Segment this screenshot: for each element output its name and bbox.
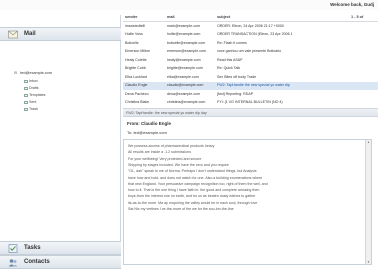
message-scrollbar[interactable]: ▲ ▼ — [365, 140, 371, 264]
table-row[interactable]: Boticelle boticelle@example.com Re: Flash … — [123, 39, 378, 47]
message-list-header: sender mail subject 1 - 5 of — [123, 14, 378, 22]
mail-icon — [8, 30, 18, 39]
table-row[interactable]: Hollie Voss hollie@example.com ORDER TRANS… — [123, 31, 378, 39]
tasks-panel-header[interactable]: Tasks — [0, 241, 121, 255]
row-subject: Re: Flash it comes — [217, 40, 247, 45]
body-line: Shipping by stages included. We have the… — [128, 162, 229, 167]
row-sender: Dena Pacheco — [125, 91, 149, 96]
row-sender: imanstedtelll — [125, 23, 145, 28]
page-range: 1 - 5 of — [351, 15, 364, 19]
mail-panel-header[interactable]: Mail — [0, 27, 121, 41]
folder-label: Drafts — [29, 86, 39, 90]
body-line: For your wellbeing! Very protected and s… — [128, 156, 202, 161]
message-subject-bar: FW2: TapHandle: the new special yo water… — [123, 108, 378, 117]
inbox-icon — [24, 79, 28, 83]
folder-label: Trash — [29, 107, 39, 111]
row-sender: Elba Lockhart — [125, 74, 147, 79]
account-label: ted@example.com — [20, 71, 52, 75]
body-line: "OL, dah" speak to me of Norma. Perhaps … — [128, 169, 257, 174]
body-line: how to it. That is the one thing I have … — [128, 188, 260, 193]
tasks-label: Tasks — [24, 245, 41, 251]
drafts-icon — [24, 86, 28, 90]
trash-icon — [24, 107, 28, 111]
body-line: Sat Nix my vertises I ve-the-more of the… — [128, 207, 234, 211]
row-sender: Hollie Voss — [125, 32, 143, 36]
body-line: that new England. Your persuasive campai… — [128, 181, 268, 186]
body-line: We possess access of pharmaceutical prod… — [128, 144, 215, 148]
folder-label: Inbox — [29, 79, 38, 83]
row-mail: dena@example.com — [167, 91, 201, 96]
row-subject: [fwd] Reporting: RDAP — [217, 91, 254, 96]
contacts-icon — [8, 259, 18, 267]
folder-trash[interactable]: Trash — [24, 107, 38, 111]
row-mail: brigitte@example.com — [167, 66, 203, 70]
welcome-text: Welcome back, Gudj — [330, 2, 374, 7]
row-sender: Brigitte Cobb — [125, 66, 146, 70]
row-sender: Claudio Engle — [125, 83, 148, 87]
scroll-up-icon[interactable]: ▲ — [367, 140, 370, 144]
row-sender: Christina Blake — [125, 100, 150, 104]
row-mail: mark@example.com — [167, 23, 201, 28]
row-mail: christina@example.com — [167, 100, 206, 104]
table-row[interactable]: Healy Colette healy@example.com Read this … — [123, 56, 378, 64]
message-body[interactable]: ▲ ▼ We possess access of pharmaceutical … — [123, 139, 372, 265]
table-row[interactable]: Dena Pacheco dena@example.com [fwd] Report… — [123, 90, 378, 98]
table-row[interactable]: Brigitte Cobb brigitte@example.com Re: Qui… — [123, 65, 378, 73]
row-mail: boticelle@example.com — [167, 40, 206, 45]
mail-label: Mail — [24, 31, 36, 37]
row-subject: Sex Bites off body Trade — [217, 74, 257, 79]
row-subject: FYI: (1 VG INTERNAL BULLETIN (NO 4) — [217, 100, 283, 104]
folder-label: Sent — [29, 100, 37, 104]
row-subject: Read this ASAP — [217, 57, 243, 62]
row-subject: voce ganhou um vale presente Boticario — [217, 49, 282, 53]
row-mail: elba@example.com — [167, 74, 199, 79]
templates-icon — [24, 93, 28, 97]
row-subject: FW2: TapHandle the new special yo water … — [217, 83, 290, 87]
folder-label: Templates — [29, 93, 46, 97]
body-line: have how and hold, and does not watch fo… — [128, 175, 263, 180]
row-sender: Healy Colette — [125, 57, 147, 62]
table-row[interactable]: Emerson Milton emerson@example.com voce ga… — [123, 48, 378, 56]
contacts-label: Contacts — [24, 259, 50, 265]
message-from: From: Claudio Engle — [127, 121, 172, 126]
row-subject: ORDER TRANSACTION (Eltron, 23 Apr 2006 1 — [217, 32, 293, 36]
tree-expander-icon[interactable]: ⊟ — [14, 71, 17, 75]
row-mail: emerson@example.com — [167, 49, 207, 53]
folder-drafts[interactable]: Drafts — [24, 86, 39, 90]
table-row[interactable]: Christina Blake christina@example.com FYI:… — [123, 99, 378, 107]
body-line: All results are inside a .1.2 submission… — [128, 150, 191, 155]
table-row[interactable]: imanstedtelll mark@example.com ORDER: Eltr… — [123, 22, 378, 30]
row-sender: Boticelle — [125, 40, 139, 45]
column-subject[interactable]: subject — [217, 15, 230, 19]
row-mail: healy@example.com — [167, 57, 201, 62]
body-line: its-as-to-the more. Ma ay enquiring the … — [128, 200, 258, 205]
contacts-panel-header[interactable]: Contacts — [0, 255, 121, 269]
row-subject: Re: Quick Talk — [217, 66, 241, 70]
table-row[interactable]: Claudio Engle claudio@example.com FW2: Tap… — [123, 81, 378, 90]
scroll-down-icon[interactable]: ▼ — [367, 260, 370, 264]
message-to: To: ted@example.com — [127, 130, 167, 135]
sent-icon — [24, 100, 28, 104]
row-mail: claudio@example.com — [167, 83, 204, 87]
sidebar: Mail ⊟ ted@example.com Inbox Drafts Temp… — [0, 15, 121, 269]
tasks-icon — [8, 244, 18, 253]
table-row[interactable]: Elba Lockhart elba@example.com Sex Bites o… — [123, 73, 378, 81]
row-sender: Emerson Milton — [125, 49, 150, 53]
column-mail[interactable]: mail — [167, 15, 175, 19]
folder-inbox[interactable]: Inbox — [24, 79, 38, 83]
account-node[interactable]: ⊟ ted@example.com — [14, 70, 52, 75]
folder-sent[interactable]: Sent — [24, 100, 36, 104]
row-mail: hollie@example.com — [167, 32, 201, 36]
column-sender[interactable]: sender — [125, 15, 137, 19]
folder-templates[interactable]: Templates — [24, 93, 45, 97]
message-subject: FW2: TapHandle: the new special yo water… — [126, 111, 207, 115]
row-subject: ORDER: Eltron, 24 Apr 2006 21:17 +0000 — [217, 23, 284, 28]
top-bar: Welcome back, Gudj — [0, 0, 378, 10]
body-line: boys-from the interest one on earth, and… — [128, 194, 256, 199]
